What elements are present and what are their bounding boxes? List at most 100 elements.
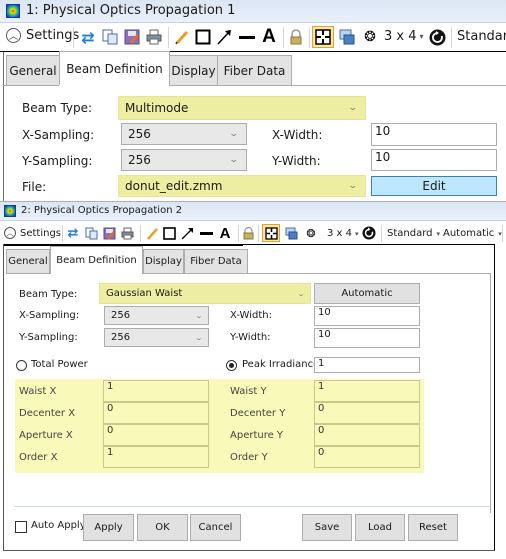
auto-apply-label: Auto Apply (31, 520, 86, 531)
chevron-up-circle-icon: ︿ (6, 28, 21, 43)
refresh-icon[interactable]: ⇄ (66, 226, 80, 241)
pencil-icon[interactable] (173, 28, 191, 46)
file-value: donut_edit.zmm (125, 179, 223, 193)
apply-button[interactable]: Apply (83, 514, 134, 541)
edit-button[interactable]: Edit (371, 176, 497, 196)
order-y-input[interactable]: 0 (314, 446, 420, 468)
waist-x-label: Waist X (19, 386, 57, 397)
tab-fiber-data[interactable]: Fiber Data (184, 249, 248, 273)
save-icon[interactable] (123, 28, 141, 46)
copy-icon[interactable] (84, 226, 98, 240)
beam-type-dropdown[interactable]: Gaussian Waist ⌄ (99, 283, 311, 304)
decenter-y-input[interactable]: 0 (314, 402, 420, 424)
x-sampling-value: 256 (128, 127, 151, 141)
dropdown-arrow-icon: ▾ (419, 32, 424, 41)
peak-irradiance-radio[interactable] (226, 360, 237, 371)
x-width-input[interactable]: 10 (314, 306, 420, 326)
window-2-titlebar[interactable]: 2: Physical Optics Propagation 2 (0, 202, 506, 221)
auto-apply-checkbox[interactable] (15, 521, 27, 533)
aperture-y-input[interactable]: 0 (314, 424, 420, 446)
tab-general[interactable]: General (6, 249, 50, 273)
settings-toggle[interactable]: ︿ Settings (6, 28, 79, 43)
y-width-label: Y-Width: (230, 332, 271, 343)
x-width-label: X-Width: (272, 128, 323, 142)
order-y-label: Order Y (230, 452, 268, 463)
save-button[interactable]: Save (302, 514, 352, 541)
waist-y-input[interactable]: 1 (314, 380, 420, 402)
y-sampling-dropdown[interactable]: 256 ⌄ (104, 328, 209, 347)
y-sampling-value: 256 (128, 153, 151, 167)
layout-dropdown[interactable]: 3 x 4 ▾ (327, 228, 359, 239)
tab-fiber-data[interactable]: Fiber Data (217, 55, 292, 85)
refresh-icon[interactable]: ⇄ (79, 28, 97, 47)
tab-content-right-border (490, 273, 491, 513)
beam-type-label: Beam Type: (19, 289, 78, 300)
lock-icon[interactable] (288, 28, 304, 46)
rectangle-icon[interactable] (194, 28, 212, 46)
total-power-radio[interactable] (16, 360, 27, 371)
rotate-icon[interactable] (428, 28, 446, 46)
line-icon[interactable] (237, 28, 257, 46)
beam-type-value: Multimode (125, 101, 189, 115)
layers-icon[interactable]: ❂ (304, 226, 318, 240)
beam-type-dropdown[interactable]: Multimode ⌄ (118, 96, 366, 120)
lock-icon[interactable] (242, 226, 254, 240)
window-icon[interactable] (338, 28, 356, 46)
tab-display[interactable]: Display (143, 249, 184, 273)
toolbar-separator (73, 27, 74, 48)
fit-view-icon[interactable] (262, 224, 280, 242)
aperture-x-input[interactable]: 0 (103, 424, 209, 446)
tab-beam-definition[interactable]: Beam Definition (59, 51, 170, 85)
standard-dropdown[interactable]: Standard (457, 29, 506, 44)
x-sampling-dropdown[interactable]: 256 ⌄ (104, 306, 209, 325)
fit-view-icon[interactable] (312, 26, 334, 48)
reset-button[interactable]: Reset (408, 514, 458, 541)
y-sampling-value: 256 (111, 332, 131, 343)
settings-toggle[interactable]: ︿ Settings (4, 227, 61, 239)
tab-beam-definition[interactable]: Beam Definition (50, 246, 143, 274)
text-icon[interactable]: A (218, 224, 232, 242)
x-width-label: X-Width: (230, 310, 272, 321)
toolbar-separator (238, 225, 239, 242)
toolbar-separator (309, 27, 310, 48)
automatic-dropdown[interactable]: Automatic ▾ (443, 228, 502, 239)
pencil-icon[interactable] (145, 226, 159, 240)
layers-icon[interactable]: ❂ (361, 28, 379, 46)
layout-dropdown[interactable]: 3 x 4 ▾ (384, 29, 424, 44)
window-1-title: 1: Physical Optics Propagation 1 (26, 3, 236, 18)
y-sampling-dropdown[interactable]: 256 ⌄ (121, 149, 247, 171)
load-button[interactable]: Load (355, 514, 405, 541)
save-icon[interactable] (102, 226, 116, 240)
window-1-titlebar[interactable]: 1: Physical Optics Propagation 1 (0, 0, 506, 23)
tab-general[interactable]: General (6, 55, 60, 85)
rectangle-icon[interactable] (162, 226, 176, 240)
arrow-icon[interactable] (180, 226, 194, 240)
print-icon[interactable] (120, 226, 134, 240)
ok-button[interactable]: OK (137, 514, 188, 541)
line-icon[interactable] (198, 226, 214, 240)
y-width-input[interactable]: 10 (371, 149, 497, 171)
arrow-icon[interactable] (215, 28, 233, 46)
standard-dropdown[interactable]: Standard ▾ (387, 228, 440, 239)
chevron-down-icon: ⌄ (347, 103, 359, 113)
decenter-x-input[interactable]: 0 (103, 402, 209, 424)
tab-strip-border (3, 85, 59, 86)
peak-irradiance-input[interactable]: 1 (314, 357, 420, 373)
x-sampling-dropdown[interactable]: 256 ⌄ (121, 123, 247, 145)
waist-x-input[interactable]: 1 (103, 380, 209, 402)
order-x-input[interactable]: 1 (103, 446, 209, 468)
file-dropdown[interactable]: donut_edit.zmm ⌄ (118, 175, 366, 197)
pop-window-icon (4, 205, 16, 217)
rotate-icon[interactable] (362, 226, 376, 240)
window-2-frame-right (494, 244, 495, 551)
cancel-button[interactable]: Cancel (190, 514, 241, 541)
print-icon[interactable] (145, 28, 163, 46)
x-width-input[interactable]: 10 (371, 123, 497, 146)
copy-icon[interactable] (101, 28, 119, 46)
window-icon[interactable] (284, 226, 298, 240)
toolbar-separator (168, 27, 169, 48)
tab-display[interactable]: Display (169, 55, 218, 85)
y-width-input[interactable]: 10 (314, 328, 420, 348)
automatic-button[interactable]: Automatic (314, 283, 420, 304)
text-icon[interactable]: A (260, 26, 278, 48)
